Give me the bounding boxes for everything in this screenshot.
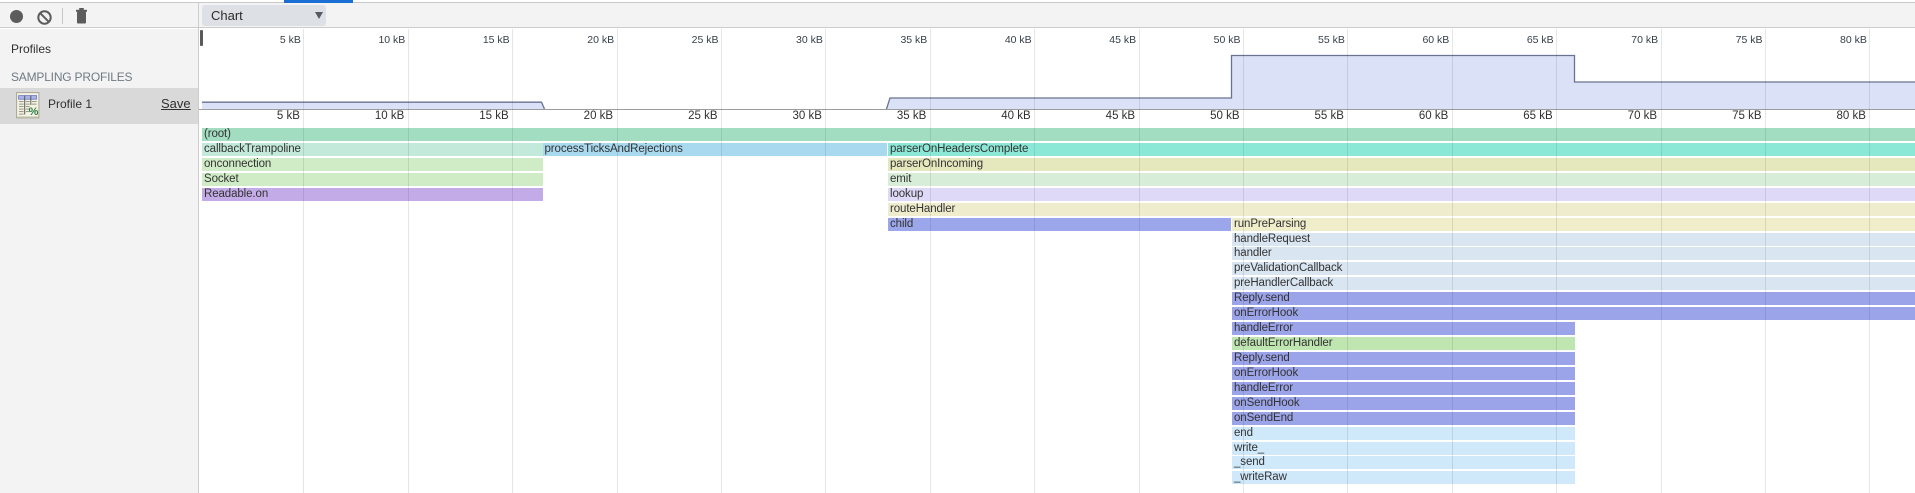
svg-text:%: % xyxy=(29,106,39,118)
